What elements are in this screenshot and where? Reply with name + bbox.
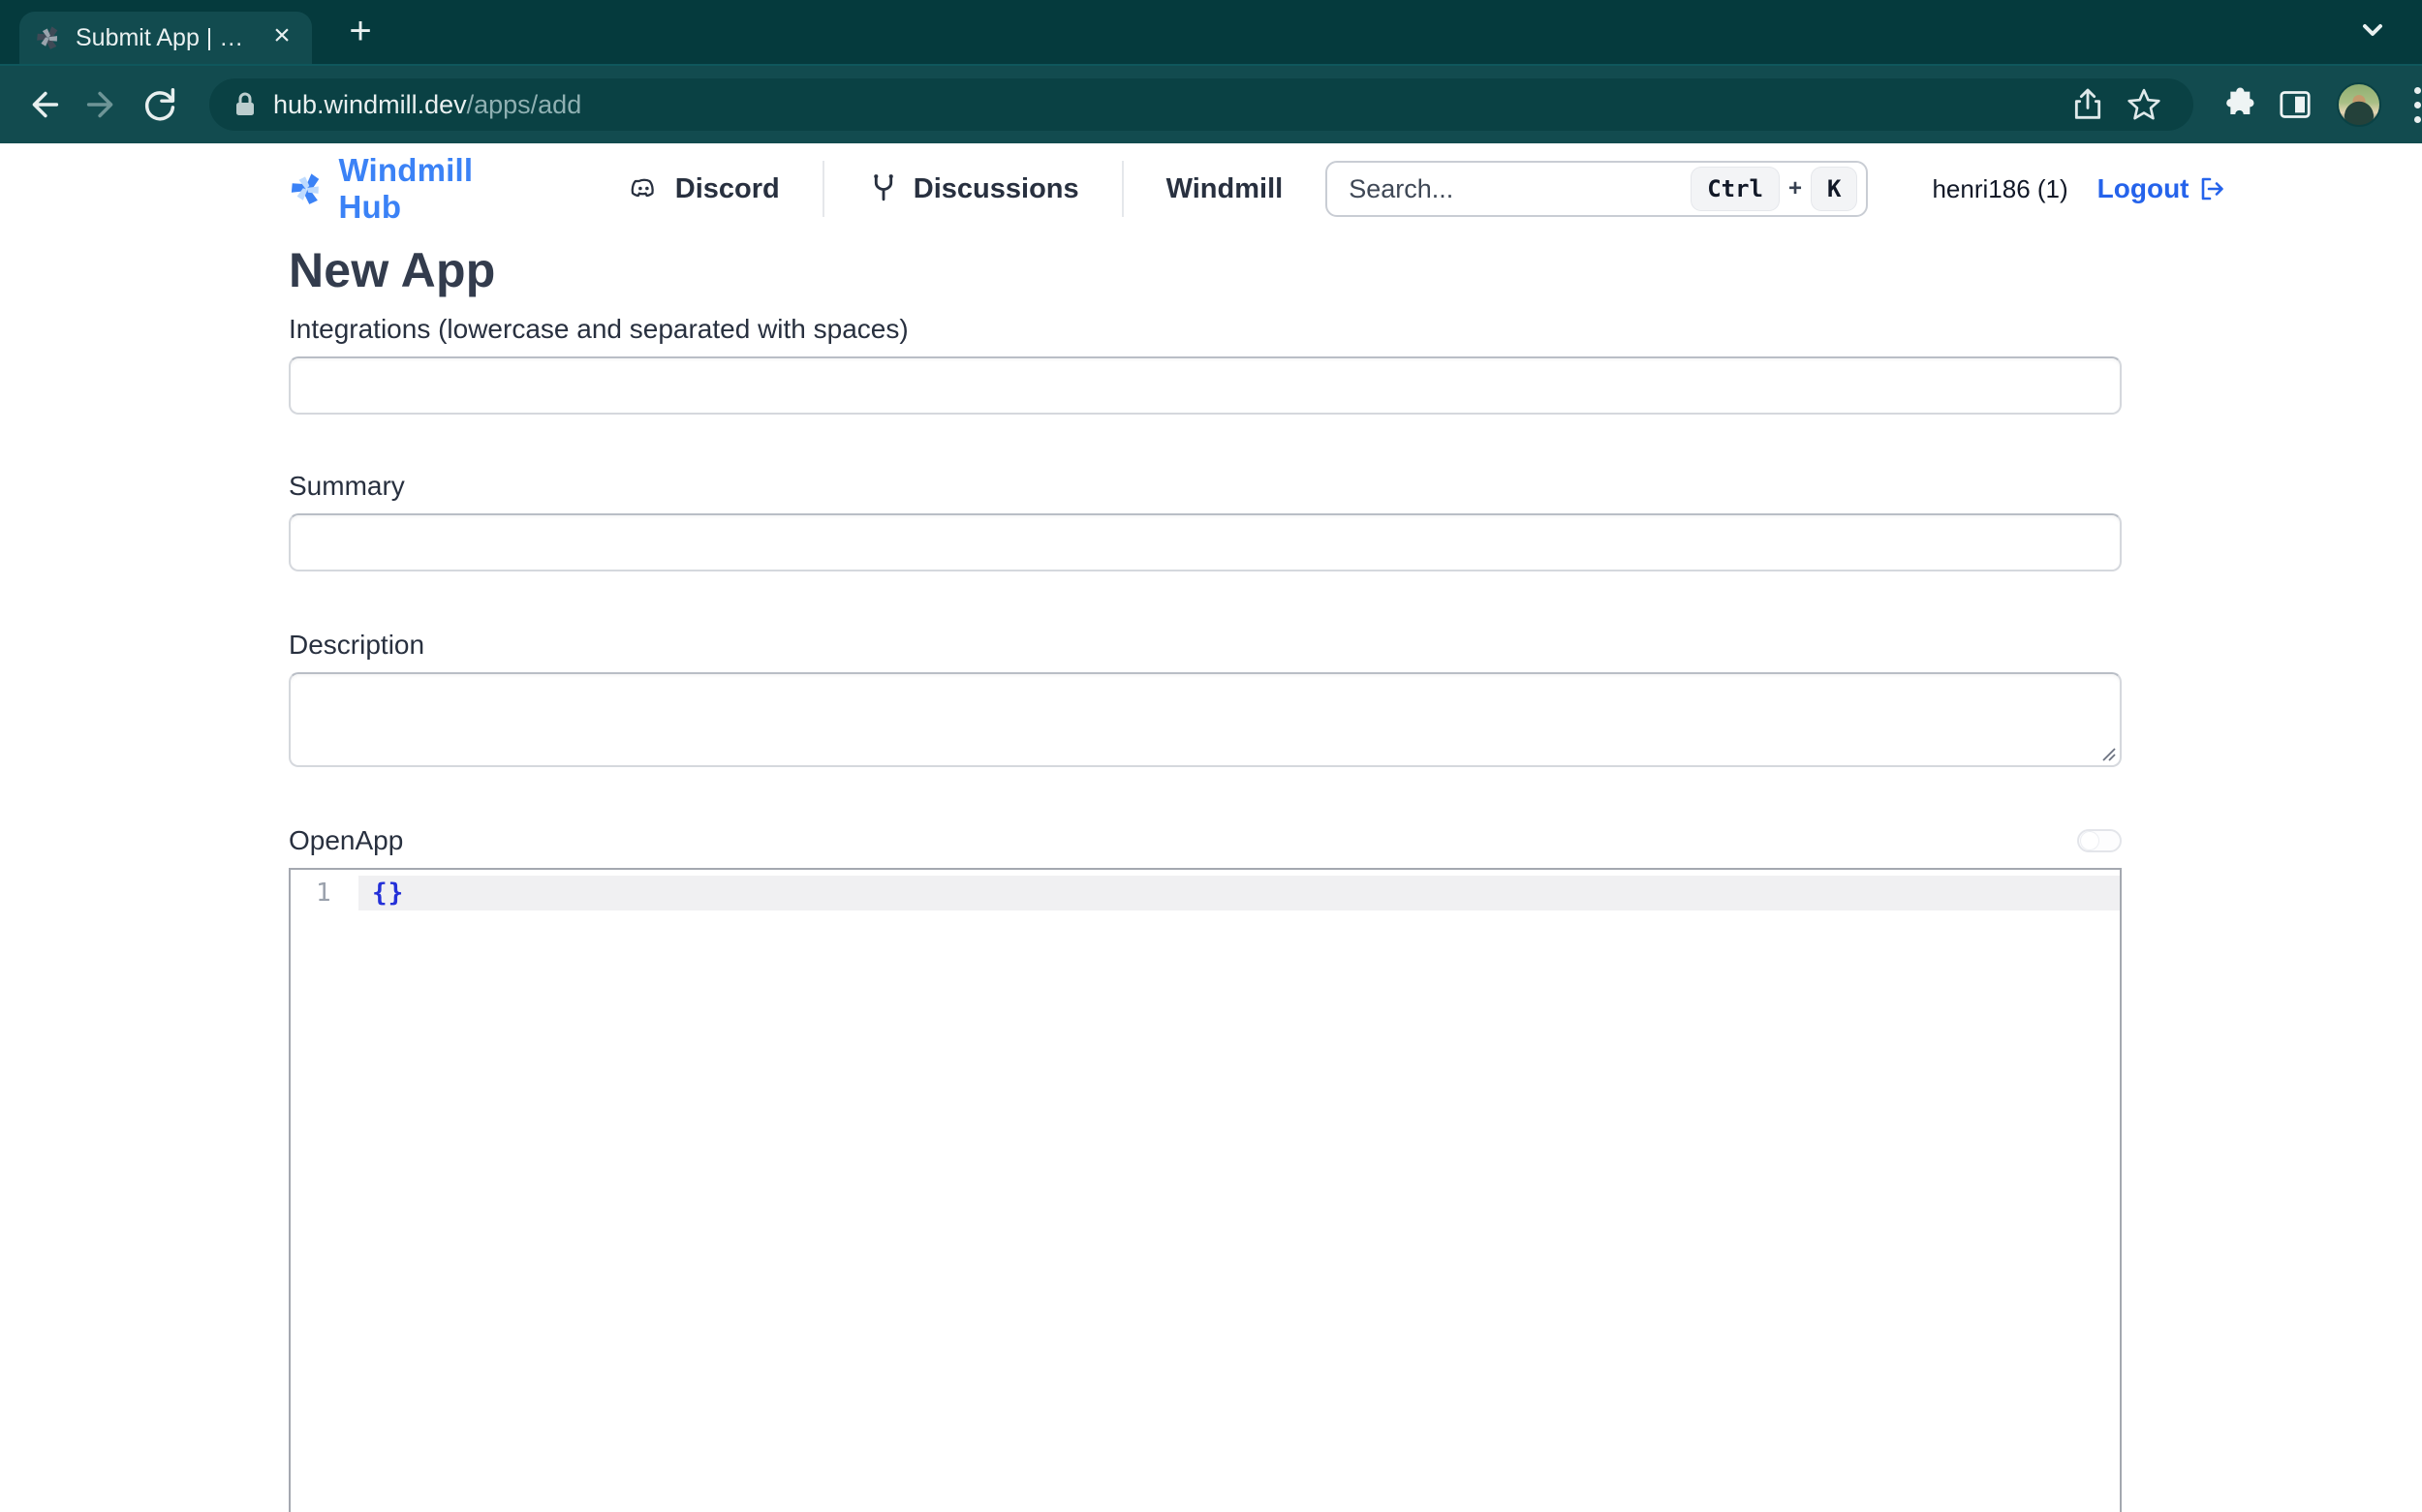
resize-grip-icon[interactable] <box>2097 743 2117 762</box>
search-input[interactable] <box>1349 174 1692 204</box>
brand-link[interactable]: Windmill Hub <box>289 152 487 226</box>
toggle-knob <box>2081 832 2098 849</box>
browser-toolbar: hub.windmill.dev/apps/add <box>0 64 2422 143</box>
windmill-logo-icon <box>289 161 325 217</box>
kbd-ctrl-badge: Ctrl <box>1692 168 1779 210</box>
page-content: Windmill Hub Discord Discussions <box>0 143 2422 1512</box>
new-app-form: New App Integrations (lowercase and sepa… <box>289 242 2122 1512</box>
forward-button[interactable] <box>79 78 124 131</box>
openapp-toggle[interactable] <box>2077 829 2122 852</box>
account-area: henri186 (1) Logout <box>1932 173 2225 204</box>
logout-link[interactable]: Logout <box>2097 173 2226 204</box>
search-box[interactable]: Ctrl + K <box>1325 161 1868 217</box>
discussions-icon <box>867 171 900 206</box>
nav-item-discord[interactable]: Discord <box>584 171 823 206</box>
reload-button[interactable] <box>138 78 182 131</box>
nav-item-discussions[interactable]: Discussions <box>824 171 1122 206</box>
kebab-menu-icon <box>2414 87 2421 123</box>
line-number: 1 <box>291 879 358 908</box>
side-panel-button[interactable] <box>2269 78 2321 131</box>
back-arrow-icon <box>21 82 66 127</box>
toolbar-right-group <box>2211 78 2422 131</box>
profile-avatar[interactable] <box>2337 82 2381 127</box>
brand-name: Windmill Hub <box>338 152 486 226</box>
username-label: henri186 (1) <box>1932 174 2067 204</box>
bookmark-button[interactable] <box>2118 78 2170 131</box>
browser-tab-bar: Submit App | Windmill Hub × + <box>0 0 2422 64</box>
back-button[interactable] <box>21 78 66 131</box>
logout-icon <box>2197 174 2226 203</box>
lock-icon[interactable] <box>233 90 258 119</box>
browser-menu-button[interactable] <box>2391 78 2422 131</box>
side-panel-icon <box>2276 85 2314 124</box>
summary-label: Summary <box>289 471 2122 502</box>
description-field-wrap <box>289 672 2122 767</box>
browser-tab[interactable]: Submit App | Windmill Hub × <box>19 12 312 64</box>
description-label: Description <box>289 630 2122 661</box>
star-icon <box>2124 84 2164 125</box>
tab-title: Submit App | Windmill Hub <box>76 24 256 52</box>
url-host: hub.windmill.dev <box>273 90 467 119</box>
integrations-input[interactable] <box>289 356 2122 415</box>
nav-item-label: Windmill <box>1166 173 1284 205</box>
openapp-code-editor[interactable]: 1 {} <box>289 868 2122 1512</box>
main-nav: Discord Discussions Windmill <box>584 161 1325 217</box>
code-text: {} <box>372 879 404 908</box>
puzzle-icon <box>2218 85 2256 124</box>
description-textarea[interactable] <box>289 672 2122 767</box>
kbd-k-badge: K <box>1812 168 1856 210</box>
code-line-1[interactable]: 1 {} <box>291 876 2120 910</box>
page-title: New App <box>289 242 2122 298</box>
kbd-plus-sign: + <box>1788 175 1802 202</box>
site-header: Windmill Hub Discord Discussions <box>289 143 2122 234</box>
nav-item-label: Discord <box>675 173 780 205</box>
integrations-label: Integrations (lowercase and separated wi… <box>289 314 2122 345</box>
summary-input[interactable] <box>289 513 2122 571</box>
discord-icon <box>627 171 662 206</box>
tab-favicon-windmill-icon <box>35 24 62 51</box>
openapp-label: OpenApp <box>289 825 403 856</box>
share-button[interactable] <box>2062 78 2114 131</box>
tab-search-chevron-icon[interactable] <box>2356 17 2389 43</box>
reload-icon <box>138 82 182 127</box>
tab-close-icon[interactable]: × <box>265 21 298 54</box>
forward-arrow-icon <box>79 82 124 127</box>
nav-item-label: Discussions <box>914 173 1079 205</box>
openapp-header-row: OpenApp <box>289 825 2122 856</box>
nav-item-windmill[interactable]: Windmill <box>1124 173 1326 205</box>
logout-label: Logout <box>2097 173 2189 204</box>
url-path: /apps/add <box>467 90 582 119</box>
address-bar[interactable]: hub.windmill.dev/apps/add <box>209 78 2193 131</box>
share-icon <box>2068 85 2107 124</box>
url-text: hub.windmill.dev/apps/add <box>273 90 2062 120</box>
new-tab-button[interactable]: + <box>339 12 382 54</box>
active-line[interactable]: {} <box>358 876 2120 910</box>
extensions-button[interactable] <box>2211 78 2263 131</box>
